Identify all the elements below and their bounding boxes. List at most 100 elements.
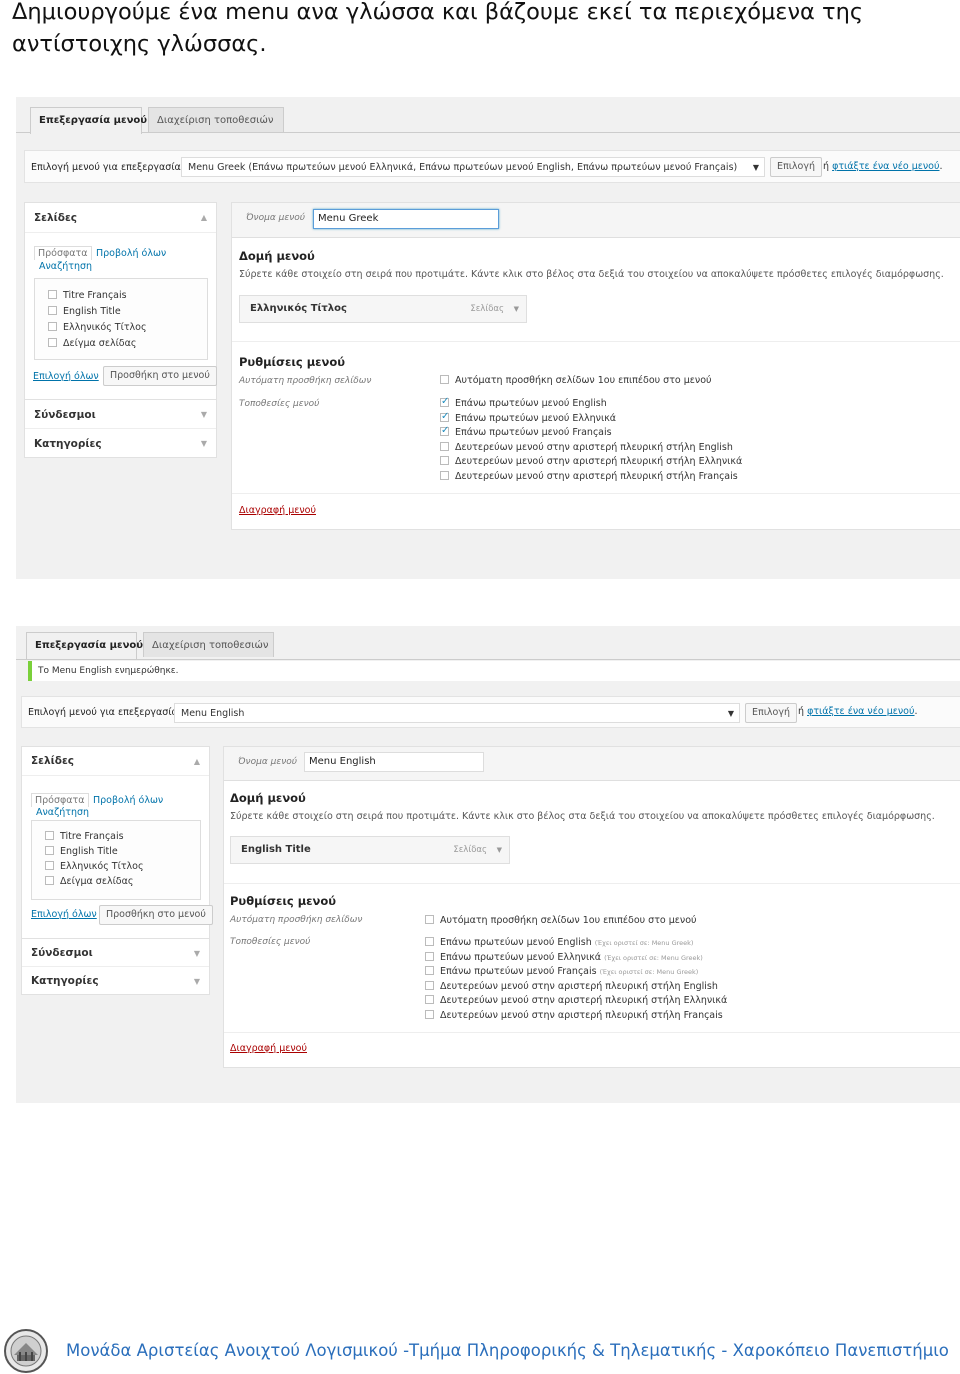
checkbox[interactable] xyxy=(440,470,449,480)
add-to-menu-button[interactable]: Προσθήκη στο μενού xyxy=(99,905,213,925)
menu-select-dropdown[interactable]: Menu English ▼ xyxy=(174,703,740,723)
caret-down-icon: ▼ xyxy=(200,410,207,419)
subtab-view-all[interactable]: Προβολή όλων xyxy=(93,795,163,806)
menu-item-title: English Title xyxy=(241,844,311,855)
checkbox[interactable] xyxy=(48,338,57,347)
location-option[interactable]: Επάνω πρωτεύων μενού English (Έχει οριστ… xyxy=(425,936,693,951)
add-to-menu-button[interactable]: Προσθήκη στο μενού xyxy=(103,366,217,386)
checkbox[interactable] xyxy=(440,375,449,384)
checkbox-checked[interactable] xyxy=(440,395,449,410)
delete-menu-link[interactable]: Διαγραφή μενού xyxy=(230,1043,307,1054)
create-new-menu-link[interactable]: φτιάξτε ένα νέο μενού xyxy=(832,161,939,172)
list-item[interactable]: Ελληνικός Τίτλος xyxy=(48,321,147,335)
menu-select-label: Επιλογή μενού για επεξεργασία: xyxy=(28,707,182,718)
tab-manage-locations[interactable]: Διαχείριση τοποθεσιών xyxy=(143,632,274,657)
location-option[interactable]: Επάνω πρωτεύων μενού Ελληνικά (Έχει ορισ… xyxy=(425,951,703,966)
select-menu-button[interactable]: Επιλογή xyxy=(745,703,798,723)
checkbox[interactable] xyxy=(425,1009,434,1019)
checkbox[interactable] xyxy=(45,846,54,855)
location-option[interactable]: Δευτερεύων μενού στην αριστερή πλευρική … xyxy=(425,994,727,1009)
select-menu-button[interactable]: Επιλογή xyxy=(770,157,823,177)
links-section-header[interactable]: Σύνδεσμοι ▼ xyxy=(22,938,209,967)
menu-item[interactable]: English Title Σελίδας ▼ xyxy=(230,836,510,864)
list-item[interactable]: Titre Français xyxy=(48,289,127,303)
chevron-down-icon[interactable]: ▼ xyxy=(497,837,502,863)
checkbox[interactable] xyxy=(45,861,54,870)
menu-name-row: Όνομα μενού Menu English xyxy=(224,747,960,781)
list-item[interactable]: Δείγμα σελίδας xyxy=(48,337,136,351)
checkbox[interactable] xyxy=(425,951,434,961)
checkbox[interactable] xyxy=(45,831,54,840)
list-item[interactable]: English Title xyxy=(45,845,118,859)
tab-edit-menus[interactable]: Επεξεργασία μενού xyxy=(26,632,143,659)
subtab-search[interactable]: Αναζήτηση xyxy=(36,807,89,818)
create-new-menu-link[interactable]: φτιάξτε ένα νέο μενού xyxy=(807,706,914,717)
links-section-header[interactable]: Σύνδεσμοι ▼ xyxy=(25,399,216,429)
university-logo-icon xyxy=(4,1329,48,1373)
menu-settings-title: Ρυθμίσεις μενού xyxy=(239,355,346,369)
list-item[interactable]: Δείγμα σελίδας xyxy=(45,875,133,889)
checkbox[interactable] xyxy=(425,980,434,990)
subtab-recent[interactable]: Πρόσφατα xyxy=(34,246,92,260)
tab-edit-menus[interactable]: Επεξεργασία μενού xyxy=(30,107,147,134)
auto-add-option[interactable]: Αυτόματη προσθήκη σελίδων 1ου επιπέδου σ… xyxy=(440,374,712,389)
menu-name-input[interactable]: Menu Greek xyxy=(313,209,499,229)
location-option[interactable]: Δευτερεύων μενού στην αριστερή πλευρική … xyxy=(440,455,742,470)
pages-section-header[interactable]: Σελίδες ▲ xyxy=(25,203,216,233)
list-item[interactable]: Titre Français xyxy=(45,830,124,844)
location-assigned-note: (Έχει οριστεί σε: Menu Greek) xyxy=(599,968,699,976)
location-option[interactable]: Δευτερεύων μενού στην αριστερή πλευρική … xyxy=(440,470,738,485)
location-option[interactable]: Δευτερεύων μενού στην αριστερή πλευρική … xyxy=(425,980,718,995)
select-all-link[interactable]: Επιλογή όλων xyxy=(31,909,97,920)
menu-settings-title: Ρυθμίσεις μενού xyxy=(230,894,337,908)
categories-section-header[interactable]: Κατηγορίες ▼ xyxy=(22,967,209,996)
auto-add-option[interactable]: Αυτόματη προσθήκη σελίδων 1ου επιπέδου σ… xyxy=(425,914,697,929)
divider xyxy=(232,493,960,494)
location-option[interactable]: Επάνω πρωτεύων μενού Ελληνικά xyxy=(440,410,616,427)
checkbox[interactable] xyxy=(425,995,434,1004)
menu-edit-panel: Όνομα μενού Menu English Δομή μενού Σύρε… xyxy=(223,746,960,1068)
checkbox[interactable] xyxy=(440,441,449,451)
tab-manage-locations[interactable]: Διαχείριση τοποθεσιών xyxy=(148,107,284,132)
delete-menu-link[interactable]: Διαγραφή μενού xyxy=(239,505,316,516)
auto-add-label: Αυτόματη προσθήκη σελίδων xyxy=(239,376,372,386)
menu-structure-description: Σύρετε κάθε στοιχείο στη σειρά που προτι… xyxy=(239,269,944,280)
location-option[interactable]: Επάνω πρωτεύων μενού English xyxy=(440,395,607,412)
list-item[interactable]: Ελληνικός Τίτλος xyxy=(45,860,144,874)
list-item[interactable]: English Title xyxy=(48,305,121,319)
pages-checklist: Titre Français English Title Ελληνικός Τ… xyxy=(34,278,208,360)
pages-section-header[interactable]: Σελίδες ▲ xyxy=(22,747,209,776)
location-option[interactable]: Δευτερεύων μενού στην αριστερή πλευρική … xyxy=(440,441,733,456)
checkbox[interactable] xyxy=(425,915,434,924)
divider xyxy=(224,1032,960,1033)
location-option[interactable]: Δευτερεύων μενού στην αριστερή πλευρική … xyxy=(425,1009,723,1024)
checkbox[interactable] xyxy=(440,456,449,465)
create-link-suffix: . xyxy=(939,161,943,172)
location-assigned-note: (Έχει οριστεί σε: Menu Greek) xyxy=(604,953,703,962)
chevron-down-icon[interactable]: ▼ xyxy=(514,296,519,322)
checkbox[interactable] xyxy=(48,322,57,331)
subtab-search[interactable]: Αναζήτηση xyxy=(39,261,92,272)
menu-name-input[interactable]: Menu English xyxy=(304,752,484,772)
menu-item[interactable]: Ελληνικός Τίτλος Σελίδας ▼ xyxy=(239,295,527,323)
menu-structure-description: Σύρετε κάθε στοιχείο στη σειρά που προτι… xyxy=(230,811,935,822)
location-option[interactable]: Επάνω πρωτεύων μενού Français xyxy=(440,424,612,441)
location-option[interactable]: Επάνω πρωτεύων μενού Français (Έχει ορισ… xyxy=(425,965,698,980)
select-all-link[interactable]: Επιλογή όλων xyxy=(33,371,99,382)
categories-section-header[interactable]: Κατηγορίες ▼ xyxy=(25,429,216,459)
checkbox[interactable] xyxy=(425,966,434,975)
checkbox-checked[interactable] xyxy=(440,424,449,439)
checkbox[interactable] xyxy=(45,876,54,885)
categories-section-title: Κατηγορίες xyxy=(31,975,99,987)
caret-down-icon: ▼ xyxy=(200,439,207,448)
menu-name-label: Όνομα μενού xyxy=(238,757,297,767)
links-section-title: Σύνδεσμοι xyxy=(34,409,96,421)
checkbox-checked[interactable] xyxy=(440,410,449,424)
subtab-recent[interactable]: Πρόσφατα xyxy=(31,793,89,807)
checkbox[interactable] xyxy=(48,306,57,315)
checkbox[interactable] xyxy=(48,290,57,299)
menu-select-dropdown[interactable]: Menu Greek (Επάνω πρωτεύων μενού Ελληνικ… xyxy=(181,157,765,177)
checkbox[interactable] xyxy=(425,937,434,946)
subtab-view-all[interactable]: Προβολή όλων xyxy=(96,248,166,259)
pages-checklist: Titre Français English Title Ελληνικός Τ… xyxy=(31,820,201,900)
